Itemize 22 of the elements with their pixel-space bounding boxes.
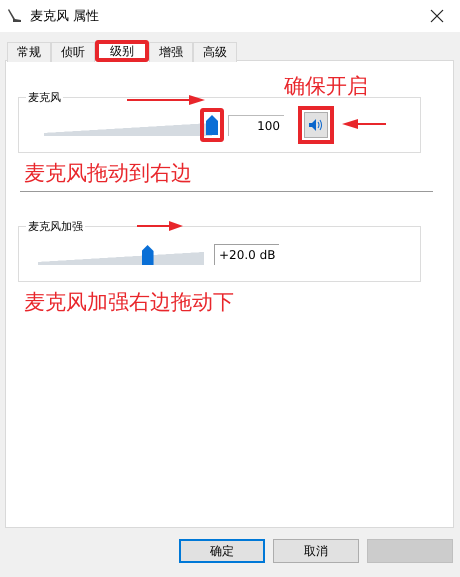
level-field[interactable]: +20.0 dB [214, 244, 280, 264]
tab[interactable]: 级别 [95, 40, 149, 62]
group-label: 麦克风 [26, 90, 63, 105]
tab[interactable]: 常规 [7, 42, 51, 62]
annotation-text: 麦克风加强右边拖动下 [24, 289, 235, 316]
annotation-text: 麦克风拖动到右边 [24, 160, 193, 187]
arrow-icon [342, 117, 386, 131]
close-icon [430, 9, 444, 23]
window-title: 麦克风 属性 [30, 8, 100, 25]
tab[interactable]: 增强 [149, 42, 193, 62]
arrow-icon [137, 221, 183, 231]
microphone-icon [6, 7, 24, 25]
annotation-text: 确保开启 [284, 73, 368, 100]
dialog-button[interactable]: 取消 [273, 539, 359, 563]
group-label: 麦克风加强 [26, 219, 85, 234]
slider-thumb[interactable] [200, 108, 224, 142]
level-field[interactable]: 100 [228, 114, 284, 136]
tab[interactable]: 侦听 [51, 42, 95, 62]
arrow-icon [127, 95, 205, 105]
speaker-icon [308, 118, 324, 132]
tab[interactable]: 高级 [193, 42, 237, 62]
dialog-button[interactable]: 确定 [179, 539, 265, 563]
